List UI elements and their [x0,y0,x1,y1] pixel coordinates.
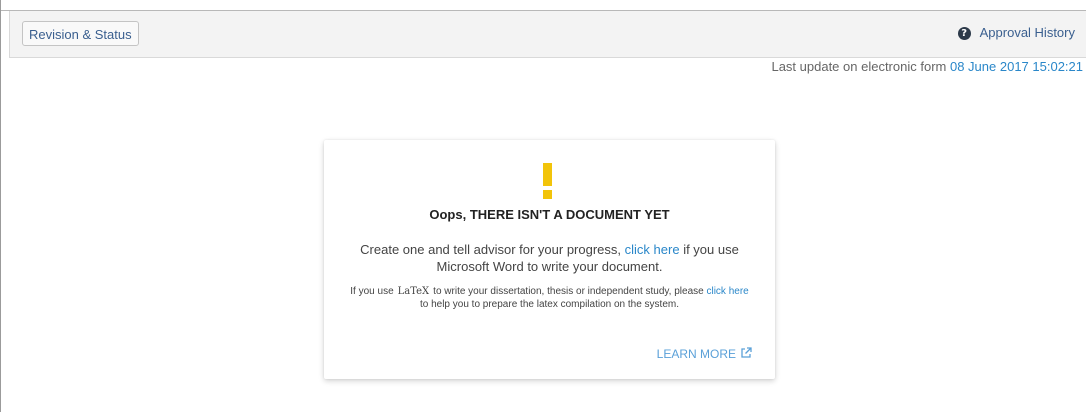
learn-more-link[interactable]: LEARN MORE [657,346,752,363]
approval-history-label: Approval History [979,25,1075,40]
exclamation-dot [543,190,552,199]
empty-state-title: Oops, THERE ISN'T A DOCUMENT YET [429,207,670,222]
external-link-icon [740,347,752,363]
learn-more-label: LEARN MORE [656,347,736,361]
exclamation-bar [543,163,552,186]
latex-logo-text: LaTeX [397,286,430,297]
last-update-text: Last update on electronic form 08 June 2… [771,59,1083,75]
last-update-prefix: Last update on electronic form [771,59,947,74]
empty-state-message: Create one and tell advisor for your pro… [344,241,755,275]
empty-document-card: Oops, THERE ISN'T A DOCUMENT YET Create … [324,140,775,379]
page-frame: Revision & Status ? Approval History Last… [0,0,1086,412]
word-click-here-link[interactable]: click here [625,242,680,257]
note-text-after: to help you to prepare the latex compila… [419,299,680,310]
last-update-date: 08 June 2017 15:02:21 [949,59,1083,74]
note-text-before: If you use [350,286,394,297]
exclamation-icon [540,161,555,201]
toolbar: Revision & Status ? Approval History [9,11,1086,58]
revision-status-button[interactable]: Revision & Status [22,21,139,46]
message-text-before: Create one and tell advisor for your pro… [360,242,622,257]
question-circle-icon: ? [957,27,971,40]
latex-click-here-link[interactable]: click here [706,286,748,297]
latex-note: If you use LaTeX to write your dissertatio… [349,285,750,311]
approval-history-link[interactable]: ? Approval History [957,22,1075,44]
note-text-middle: to write your dissertation, thesis or in… [433,286,704,297]
